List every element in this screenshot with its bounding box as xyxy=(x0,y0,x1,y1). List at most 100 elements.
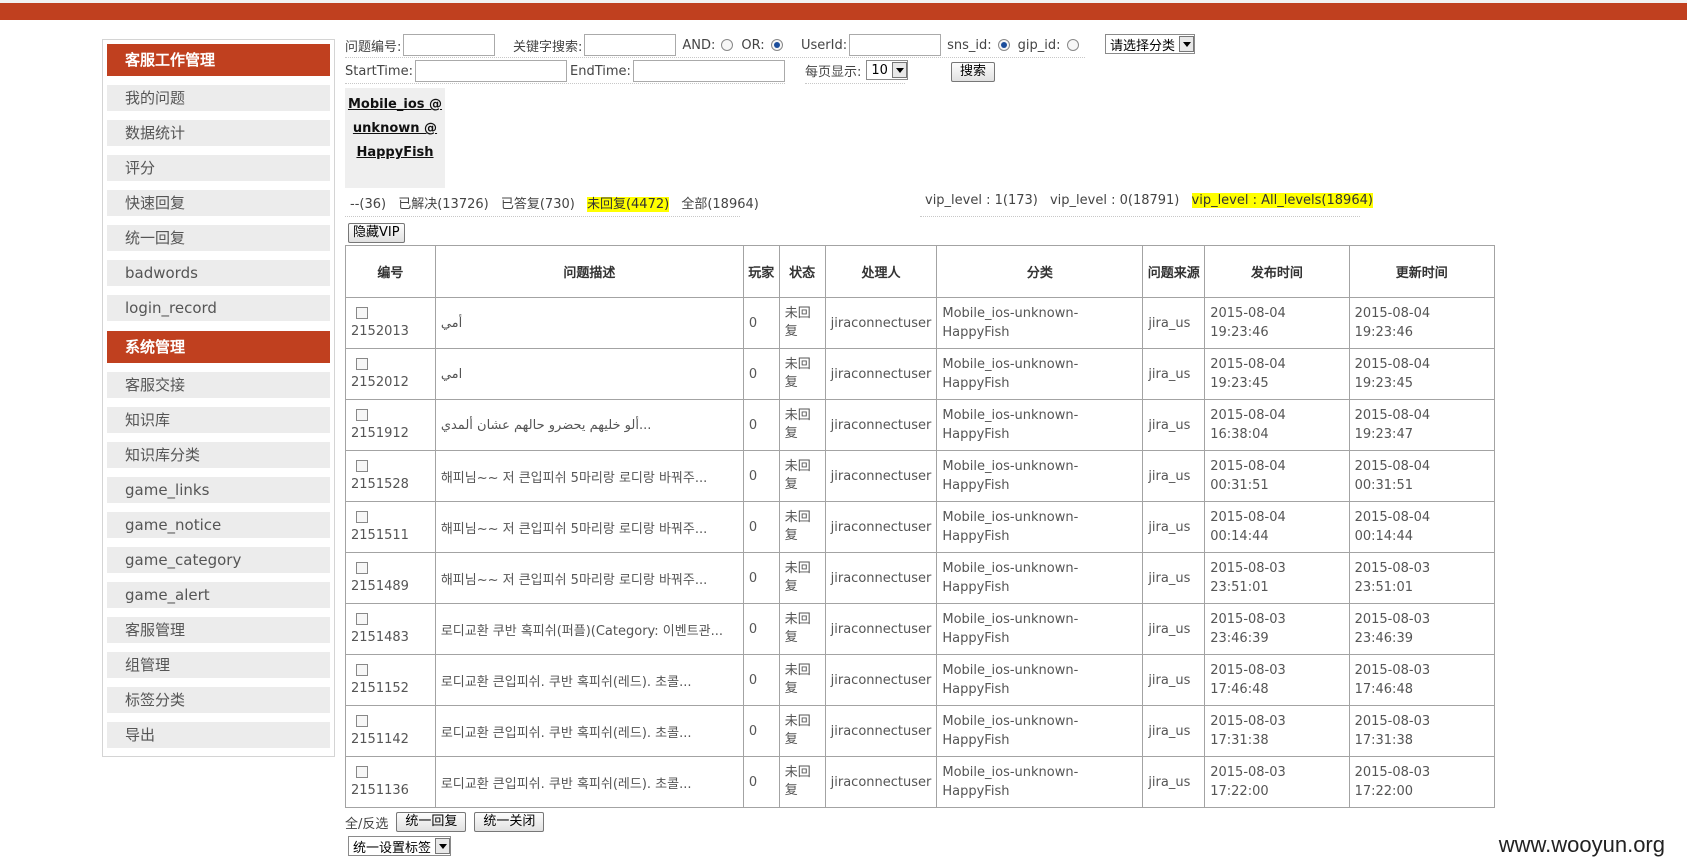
select-all-toggle[interactable]: 全/反选 xyxy=(345,813,388,832)
sidebar-item[interactable]: 组管理 xyxy=(107,652,330,678)
table-row[interactable]: 2151136 로디교환 큰입피쉬. 쿠반 혹피쉬(레드). 초콜... 0 未回复 j… xyxy=(345,756,1496,808)
search-button[interactable]: 搜索 xyxy=(951,62,996,82)
row-checkbox[interactable] xyxy=(356,562,368,574)
table-row[interactable]: 2152013 أمي 0 未回复 jiraconnectuser Mobile_ios-… xyxy=(345,297,1496,349)
vip-level-1-link[interactable]: vip_level : 1(173) xyxy=(925,193,1038,208)
sidebar-item[interactable]: 评分 xyxy=(107,155,330,181)
row-description-link[interactable]: امي xyxy=(441,367,462,382)
row-status: 未回复 xyxy=(784,561,811,594)
row-description-link[interactable]: أمي xyxy=(441,316,462,331)
sidebar-item[interactable]: 客服管理 xyxy=(107,617,330,643)
status-link-resolved[interactable]: 已解决(13726) xyxy=(398,197,489,212)
row-description-link[interactable]: ألو خليهم يحضرو حالهم عشان ألمدي... xyxy=(441,418,652,433)
sidebar-item[interactable]: 知识库分类 xyxy=(107,442,330,468)
sns-id-radio[interactable] xyxy=(997,39,1010,51)
category-link-line3[interactable]: HappyFish xyxy=(345,141,445,165)
table-row[interactable]: 2151912 ألو خليهم يحضرو حالهم عشان ألمدي.… xyxy=(345,399,1496,451)
row-description-link[interactable]: 로디교환 큰입피쉬. 쿠반 혹피쉬(레드). 초콜... xyxy=(441,726,692,741)
row-checkbox[interactable] xyxy=(356,409,368,421)
category-select[interactable]: 请选择分类 xyxy=(1105,34,1196,54)
table-row[interactable]: 2152012 امي 0 未回复 jiraconnectuser Mobile_ios-… xyxy=(345,348,1496,400)
table-row[interactable]: 2151489 해피님~~ 저 큰입피쉬 5마리랑 로디랑 바꿔주... 0 未回复 j… xyxy=(345,552,1496,604)
row-checkbox[interactable] xyxy=(356,715,368,727)
top-header-bar xyxy=(0,0,1687,20)
end-time-input[interactable] xyxy=(632,60,785,82)
sidebar-item[interactable]: 我的问题 xyxy=(107,85,330,111)
row-category-line1: Mobile_ios-unknown- xyxy=(942,765,1079,780)
and-radio[interactable] xyxy=(721,39,734,51)
sidebar-item[interactable]: 客服交接 xyxy=(107,372,330,398)
gip-id-radio[interactable] xyxy=(1066,39,1079,51)
status-link-other[interactable]: --(36) xyxy=(350,197,386,212)
row-player: 0 xyxy=(748,570,758,586)
category-link-line1[interactable]: Mobile_ios @ xyxy=(345,93,445,117)
row-updated-time: 19:23:45 xyxy=(1354,376,1413,391)
or-radio[interactable] xyxy=(770,39,783,51)
row-category-line1: Mobile_ios-unknown- xyxy=(942,663,1079,678)
status-link-all[interactable]: 全部(18964) xyxy=(681,197,759,212)
chevron-down-icon xyxy=(1179,36,1195,52)
sns-id-label: sns_id: xyxy=(947,37,992,53)
row-description-link[interactable]: 로디교환 큰입피쉬. 쿠반 혹피쉬(레드). 초콜... xyxy=(441,675,692,690)
row-published-date: 2015-08-03 xyxy=(1210,663,1286,678)
row-checkbox[interactable] xyxy=(356,766,368,778)
userid-label: UserId: xyxy=(801,37,848,53)
sidebar-item[interactable]: game_alert xyxy=(107,582,330,608)
table-row[interactable]: 2151511 해피님~~ 저 큰입피쉬 5마리랑 로디랑 바꿔주... 0 未回复 j… xyxy=(345,501,1496,553)
batch-tag-select[interactable]: 统一设置标签 xyxy=(348,836,452,856)
table-row[interactable]: 2151528 해피님~~ 저 큰입피쉬 5마리랑 로디랑 바꿔주... 0 未回复 j… xyxy=(345,450,1496,502)
keyword-input[interactable] xyxy=(584,34,677,56)
sidebar-item[interactable]: 数据统计 xyxy=(107,120,330,146)
sidebar-item[interactable]: game_links xyxy=(107,477,330,503)
row-description-link[interactable]: 로디교환 큰입피쉬. 쿠반 혹피쉬(레드). 초콜... xyxy=(441,777,692,792)
start-time-label: StartTime: xyxy=(345,63,413,79)
sidebar-item[interactable]: 快速回复 xyxy=(107,190,330,216)
vip-level-all-link[interactable]: vip_level : All_levels(18964) xyxy=(1191,193,1373,208)
table-row[interactable]: 2151152 로디교환 큰입피쉬. 쿠반 혹피쉬(레드). 초콜... 0 未回复 j… xyxy=(345,654,1496,706)
row-checkbox[interactable] xyxy=(356,664,368,676)
row-checkbox[interactable] xyxy=(356,613,368,625)
status-link-answered[interactable]: 已答复(730) xyxy=(501,197,575,212)
sidebar-item[interactable]: login_record xyxy=(107,295,330,321)
row-category-line2: HappyFish xyxy=(942,529,1010,544)
sidebar-item[interactable]: game_category xyxy=(107,547,330,573)
row-updated-date: 2015-08-03 xyxy=(1354,612,1431,627)
row-description-link[interactable]: 해피님~~ 저 큰입피쉬 5마리랑 로디랑 바꿔주... xyxy=(441,522,707,537)
start-time-input[interactable] xyxy=(414,60,567,82)
row-id: 2151483 xyxy=(351,630,409,645)
sidebar-item[interactable]: badwords xyxy=(107,260,330,286)
row-id: 2151142 xyxy=(351,732,409,747)
per-page-select[interactable]: 10 xyxy=(866,60,908,80)
sidebar-item[interactable]: game_notice xyxy=(107,512,330,538)
row-category-line2: HappyFish xyxy=(942,376,1010,391)
row-checkbox[interactable] xyxy=(356,460,368,472)
sidebar-item[interactable]: 导出 xyxy=(107,722,330,748)
row-updated-date: 2015-08-04 xyxy=(1354,510,1431,525)
batch-close-button[interactable]: 统一关闭 xyxy=(474,812,545,832)
row-description-link[interactable]: 로디교환 쿠반 혹피쉬(퍼플)(Category: 이벤트관... xyxy=(441,624,723,639)
row-checkbox[interactable] xyxy=(356,307,368,319)
row-description-link[interactable]: 해피님~~ 저 큰입피쉬 5마리랑 로디랑 바꿔주... xyxy=(441,471,707,486)
row-checkbox[interactable] xyxy=(356,358,368,370)
row-updated-date: 2015-08-04 xyxy=(1354,306,1431,321)
row-description-link[interactable]: 해피님~~ 저 큰입피쉬 5마리랑 로디랑 바꿔주... xyxy=(441,573,707,588)
batch-reply-button[interactable]: 统一回复 xyxy=(396,812,467,832)
question-id-input[interactable] xyxy=(403,34,496,56)
hide-vip-button[interactable]: 隐藏VIP xyxy=(348,223,405,243)
per-page-value: 10 xyxy=(871,62,888,78)
category-link-line2[interactable]: unknown @ xyxy=(345,117,445,141)
row-source: jira_us xyxy=(1148,519,1191,535)
row-published-date: 2015-08-03 xyxy=(1210,765,1286,780)
vip-level-0-link[interactable]: vip_level : 0(18791) xyxy=(1050,193,1179,208)
status-link-unanswered[interactable]: 未回复(4472) xyxy=(586,197,670,212)
row-checkbox[interactable] xyxy=(356,511,368,523)
sidebar-item[interactable]: 标签分类 xyxy=(107,687,330,713)
table-row[interactable]: 2151142 로디교환 큰입피쉬. 쿠반 혹피쉬(레드). 초콜... 0 未回复 j… xyxy=(345,705,1496,757)
table-row[interactable]: 2151483 로디교환 쿠반 혹피쉬(퍼플)(Category: 이벤트관...… xyxy=(345,603,1496,655)
row-handler: jiraconnectuser xyxy=(830,570,932,586)
stats-divider xyxy=(920,216,1360,217)
sidebar-item[interactable]: 知识库 xyxy=(107,407,330,433)
col-header-source: 问题来源 xyxy=(1142,245,1206,298)
sidebar-item[interactable]: 统一回复 xyxy=(107,225,330,251)
userid-input[interactable] xyxy=(849,34,942,56)
